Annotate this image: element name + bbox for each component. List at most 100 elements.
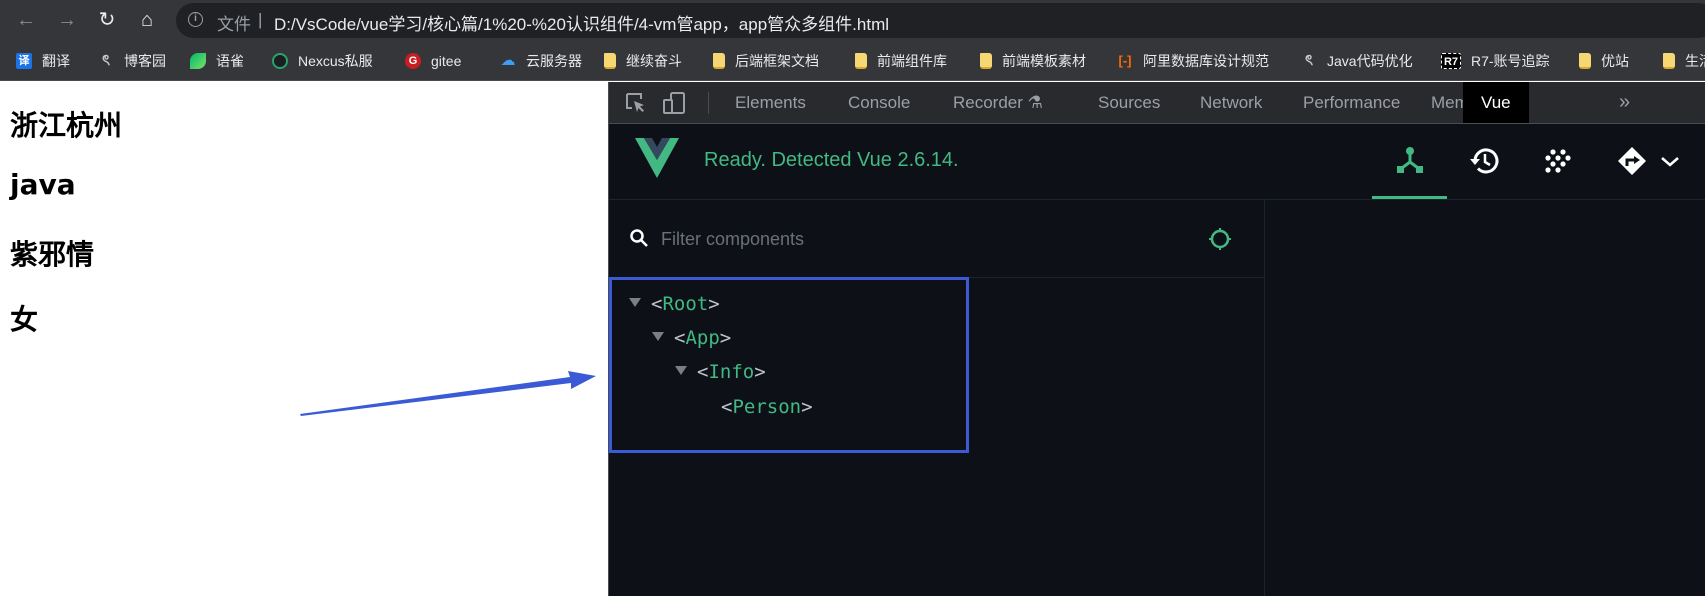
component-tree: <Root> <App> <Info> <Person>: [609, 277, 969, 453]
bookmark-label: gitee: [431, 53, 462, 69]
expand-triangle-icon[interactable]: [652, 332, 664, 341]
arrow-left-icon: ←: [16, 9, 36, 31]
bookmark-item[interactable]: [-] 阿里数据库设计规范: [1117, 50, 1270, 72]
device-toolbar-icon[interactable]: [663, 92, 685, 114]
bookmark-item[interactable]: Nexcus私服: [272, 50, 373, 72]
tree-node-root[interactable]: <Root>: [629, 290, 720, 318]
bookmark-label: 生活: [1685, 53, 1705, 69]
back-button[interactable]: ←: [14, 8, 38, 32]
translate-icon: 译: [16, 53, 32, 69]
inspector-pane: [1266, 200, 1705, 596]
bookmark-item[interactable]: 优站: [1579, 50, 1629, 72]
bookmark-item[interactable]: ☁ 云服务器: [500, 50, 583, 72]
components-tree-icon[interactable]: [1393, 144, 1427, 178]
folder-icon: [855, 53, 867, 69]
folder-icon: [980, 53, 992, 69]
devtools-tab-network[interactable]: Network: [1200, 82, 1262, 123]
cnblogs-icon: ৎ: [1304, 52, 1314, 69]
gitee-icon: G: [405, 53, 421, 69]
info-icon[interactable]: i: [188, 12, 203, 27]
devtools-tab-console[interactable]: Console: [848, 82, 910, 123]
chevron-down-icon[interactable]: [1653, 144, 1687, 178]
expand-triangle-icon[interactable]: [629, 298, 641, 307]
browser-toolbar: ← → ↻ ⌂ i 文件 | D:/VsCode/vue学习/核心篇/1%20-…: [0, 0, 1705, 41]
bookmark-label: Nexcus私服: [298, 53, 373, 69]
bookmark-label: 阿里数据库设计规范: [1143, 53, 1269, 69]
vue-devtools-header: Ready. Detected Vue 2.6.14.: [609, 124, 1705, 200]
tree-node-person[interactable]: <Person>: [721, 393, 813, 421]
routing-icon[interactable]: [1615, 144, 1649, 178]
reload-button[interactable]: ↻: [95, 8, 119, 32]
folder-icon: [604, 53, 616, 69]
tree-node-info[interactable]: <Info>: [675, 358, 766, 386]
cloud-icon: ☁: [500, 52, 516, 69]
home-icon: ⌂: [140, 9, 154, 31]
bookmark-label: 优站: [1601, 53, 1629, 69]
bookmark-label: 前端组件库: [877, 53, 947, 69]
bookmark-item[interactable]: 前端组件库: [855, 50, 947, 72]
cnblogs-icon: ৎ: [101, 52, 111, 69]
filter-components-input[interactable]: [661, 226, 1181, 252]
bookmark-label: 云服务器: [526, 53, 582, 69]
address-separator: |: [258, 10, 263, 29]
devtools-panel: Elements Console Recorder ⚗ Sources Network P…: [608, 82, 1705, 596]
nexus-icon: [272, 53, 288, 69]
bookmark-label: 语雀: [216, 53, 244, 69]
bookmark-item[interactable]: Ggitee: [405, 50, 461, 72]
bookmark-item[interactable]: R7 R7-账号追踪: [1441, 50, 1550, 72]
bookmark-label: 继续奋斗: [626, 53, 682, 69]
yuque-icon: [190, 53, 206, 69]
components-pane: <Root> <App> <Info> <Person>: [609, 200, 1265, 596]
home-button[interactable]: ⌂: [135, 8, 159, 32]
bookmark-item[interactable]: 生活: [1663, 50, 1705, 72]
bookmark-label: 后端框架文档: [735, 53, 819, 69]
bookmark-label: 翻译: [42, 53, 70, 69]
inspect-element-icon[interactable]: [625, 92, 647, 114]
tab-divider: [708, 92, 709, 114]
bookmark-item[interactable]: 译翻译: [16, 50, 70, 72]
active-tab-indicator: [1372, 196, 1447, 199]
url-text[interactable]: D:/VsCode/vue学习/核心篇/1%20-%20认识组件/4-vm管ap…: [274, 10, 889, 35]
bookmark-item[interactable]: 后端框架文档: [713, 50, 819, 72]
r7-icon: R7: [1441, 53, 1461, 69]
page-heading-address: 浙江杭州: [10, 109, 123, 142]
devtools-tab-bar: Elements Console Recorder ⚗ Sources Network P…: [609, 82, 1705, 124]
more-tabs-button[interactable]: »: [1619, 82, 1630, 123]
bookmark-item[interactable]: 继续奋斗: [604, 50, 682, 72]
arrow-right-icon: →: [57, 9, 77, 31]
page-heading-name: 紫邪情: [10, 238, 95, 271]
folder-icon: [1579, 53, 1591, 69]
devtools-tab-vue[interactable]: Vue: [1463, 82, 1529, 123]
bookmark-item[interactable]: 语雀: [190, 50, 244, 72]
devtools-tab-elements[interactable]: Elements: [735, 82, 806, 123]
vuex-dots-icon[interactable]: [1541, 144, 1575, 178]
bookmark-label: Java代码优化: [1327, 53, 1413, 69]
scheme-label: 文件: [217, 15, 251, 34]
page-heading-language: java: [10, 168, 76, 201]
folder-icon: [713, 53, 725, 69]
bookmark-label: R7-账号追踪: [1471, 53, 1550, 69]
bookmark-label: 前端模板素材: [1002, 53, 1086, 69]
bookmark-item[interactable]: ৎ Java代码优化: [1301, 50, 1413, 72]
filter-bar: [609, 200, 1265, 278]
bookmark-item[interactable]: ৎ 博客园: [98, 50, 166, 72]
bookmarks-bar: 译翻译 ৎ 博客园 语雀 Nexcus私服 Ggitee ☁ 云服务器 继续奋斗 后端框架文档 前端…: [0, 41, 1705, 81]
page-content: 浙江杭州 java 紫邪情 女: [0, 82, 608, 596]
bookmark-label: 博客园: [124, 53, 166, 69]
folder-icon: [1663, 53, 1675, 69]
tree-node-app[interactable]: <App>: [652, 324, 731, 352]
select-component-target-icon[interactable]: [1207, 226, 1233, 252]
page-heading-gender: 女: [10, 303, 39, 336]
address-bar[interactable]: i 文件 | D:/VsCode/vue学习/核心篇/1%20-%20认识组件/…: [176, 3, 1705, 38]
devtools-tab-sources[interactable]: Sources: [1098, 82, 1160, 123]
devtools-tab-performance[interactable]: Performance: [1303, 82, 1400, 123]
reload-icon: ↻: [98, 9, 116, 31]
vue-logo-icon: [635, 138, 679, 178]
forward-button[interactable]: →: [55, 8, 79, 32]
timeline-history-icon[interactable]: [1467, 144, 1501, 178]
search-icon: [630, 229, 648, 247]
bookmark-item[interactable]: 前端模板素材: [980, 50, 1086, 72]
vue-status-text: Ready. Detected Vue 2.6.14.: [704, 149, 959, 171]
devtools-tab-recorder[interactable]: Recorder ⚗: [953, 82, 1043, 123]
expand-triangle-icon[interactable]: [675, 366, 687, 375]
